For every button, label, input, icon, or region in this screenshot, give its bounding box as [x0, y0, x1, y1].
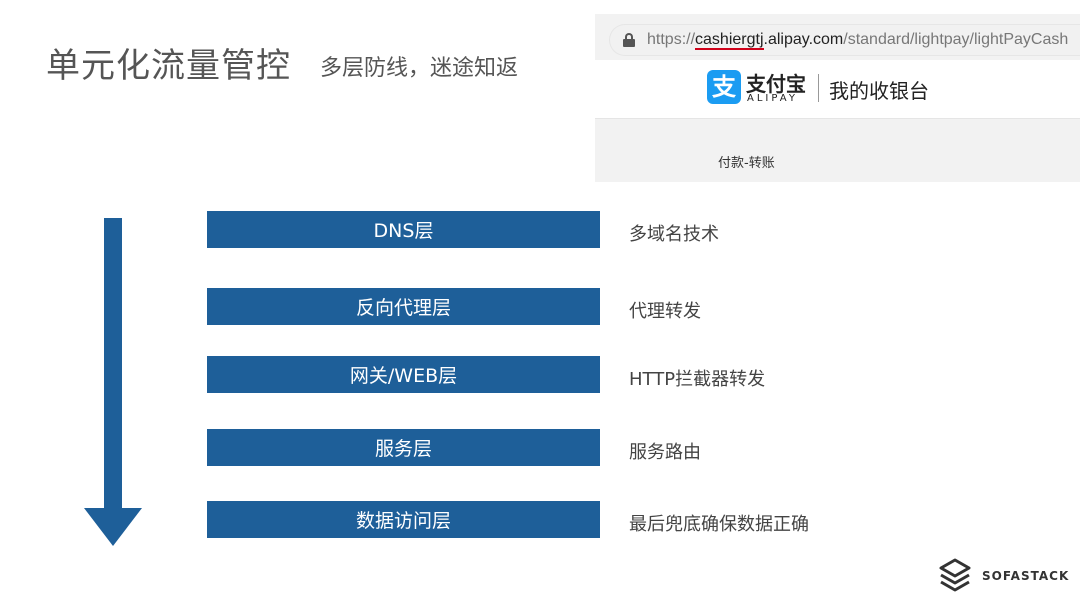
url-domain: .alipay.com: [763, 31, 844, 48]
layer-reverse-proxy: 反向代理层: [207, 288, 600, 325]
header-divider: [818, 74, 819, 102]
down-arrow-icon: [84, 218, 142, 546]
slide-title: 单元化流量管控: [46, 46, 291, 86]
layer-data-access-desc: 最后兜底确保数据正确: [629, 514, 809, 535]
layer-gateway-web: 网关/WEB层: [207, 356, 600, 393]
layer-dns: DNS层: [207, 211, 600, 248]
layer-service: 服务层: [207, 429, 600, 466]
cashier-title: 我的收银台: [829, 79, 929, 103]
layer-dns-desc: 多域名技术: [629, 224, 719, 245]
address-bar[interactable]: https://cashiergtj.alipay.com/standard/l…: [609, 24, 1080, 56]
url-prefix: https://: [647, 31, 696, 48]
alipay-brand-en: ALIPAY: [747, 93, 798, 104]
sofastack-logo-icon: [939, 558, 971, 592]
layer-data-access: 数据访问层: [207, 501, 600, 538]
cashier-header: 支 支付宝 ALIPAY 我的收银台: [595, 60, 1080, 119]
browser-screenshot: https://cashiergtj.alipay.com/standard/l…: [595, 14, 1080, 182]
url-path: /standard/lightpay/lightPayCash: [843, 31, 1069, 48]
sofastack-wordmark: SOFASTACK: [982, 569, 1070, 583]
url-text: https://cashiergtj.alipay.com/standard/l…: [647, 31, 1069, 50]
layer-service-desc: 服务路由: [629, 442, 701, 463]
layer-gateway-web-desc: HTTP拦截器转发: [629, 369, 766, 390]
slide-subtitle: 多层防线，迷途知返: [320, 56, 519, 81]
layer-reverse-proxy-desc: 代理转发: [629, 301, 701, 322]
alipay-logo-icon: 支: [707, 70, 741, 104]
payment-type-label: 付款-转账: [718, 156, 775, 171]
lock-icon: [623, 33, 635, 47]
sofastack-brand: SOFASTACK: [938, 558, 1069, 594]
url-marked-segment: cashiergtj: [695, 31, 764, 50]
